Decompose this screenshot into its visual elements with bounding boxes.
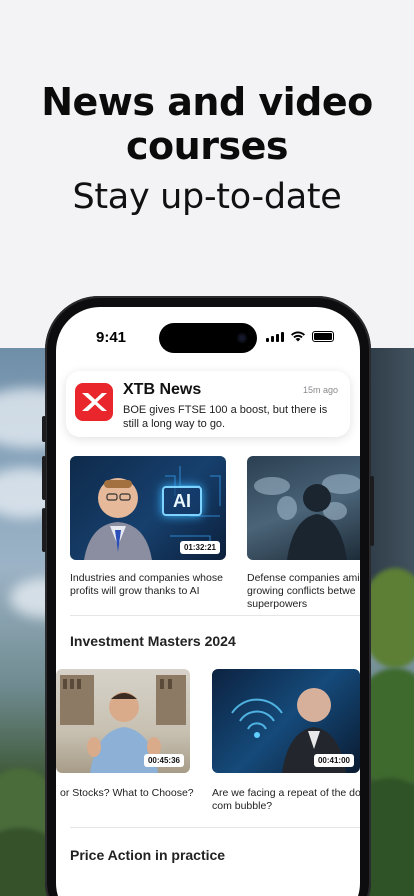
dynamic-island (159, 323, 257, 353)
notification-body: BOE gives FTSE 100 a boost, but there is… (123, 404, 328, 430)
hero-subline: Stay up-to-date (72, 177, 342, 217)
news-card-thumbnail[interactable] (247, 456, 360, 560)
battery-icon (312, 331, 334, 342)
notification-title: XTB News (123, 381, 202, 398)
notification-time: 15m ago (302, 385, 338, 395)
ai-badge: AI (162, 486, 202, 516)
wifi-icon (291, 331, 305, 342)
news-notification[interactable]: XTB News 15m ago BOE gives FTSE 100 a bo… (66, 371, 350, 437)
section-divider (70, 827, 360, 828)
phone-mockup: 9:41 XTB News 15m ago BOE gives FTSE 100… (42, 296, 374, 896)
status-bar: 9:41 (56, 307, 360, 361)
video-duration: 00:41:00 (313, 754, 354, 767)
course-card-thumbnail[interactable]: 00:45:36 (56, 669, 190, 773)
course-card-title[interactable]: Are we facing a repeat of the do com bub… (212, 787, 360, 813)
section-divider (70, 615, 360, 616)
hero-headline-line2: courses (126, 124, 288, 168)
cellular-signal-icon (266, 332, 284, 342)
hero-headline: News and video courses (0, 80, 414, 168)
section-title-price-action: Price Action in practice (70, 847, 226, 863)
hero-headline-line1: News and video (41, 80, 373, 124)
section-title-investment-masters: Investment Masters 2024 (70, 633, 236, 649)
status-time: 9:41 (96, 329, 127, 346)
news-card-title[interactable]: Defense companies ami growing conflicts … (247, 572, 360, 611)
world-map-icon (254, 474, 360, 560)
course-card-thumbnail[interactable]: 00:41:00 (212, 669, 360, 773)
news-card-title[interactable]: Industries and companies whose profits w… (70, 572, 230, 598)
news-card-thumbnail[interactable]: AI 01:32:21 (70, 456, 226, 560)
course-card-title[interactable]: or Stocks? What to Choose? (60, 787, 200, 800)
video-duration: 01:32:21 (179, 541, 220, 554)
video-duration: 00:45:36 (143, 754, 184, 767)
xtb-app-icon (75, 383, 113, 421)
phone-screen: 9:41 XTB News 15m ago BOE gives FTSE 100… (56, 307, 360, 896)
